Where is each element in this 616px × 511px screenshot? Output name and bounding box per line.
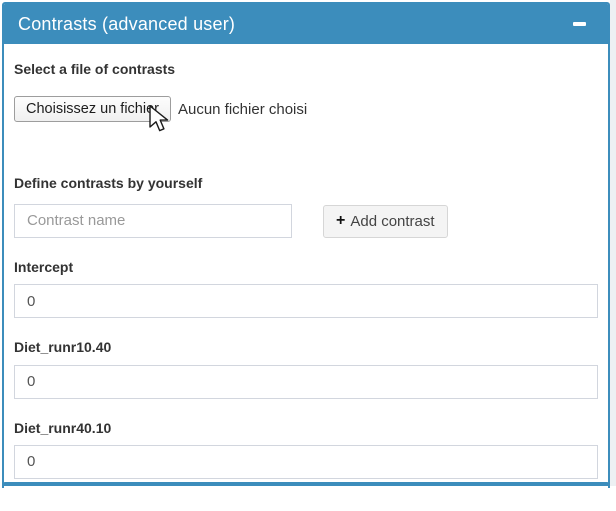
- contrast-value-input-diet-runr10-40[interactable]: [14, 365, 598, 399]
- panel-title: Contrasts (advanced user): [18, 14, 235, 35]
- contrast-field-label: Diet_runr40.10: [14, 421, 598, 436]
- next-panel-header-strip[interactable]: [2, 482, 610, 486]
- choose-file-button[interactable]: Choisissez un fichier: [14, 96, 171, 122]
- contrast-value-input-intercept[interactable]: [14, 284, 598, 318]
- file-input-row: Choisissez un fichier Aucun fichier choi…: [14, 96, 598, 122]
- contrast-value-input-diet-runr40-10[interactable]: [14, 445, 598, 479]
- page-background-gutter: [610, 0, 616, 486]
- plus-icon: +: [336, 213, 345, 229]
- contrast-field-row: Diet_runr40.10: [14, 421, 598, 479]
- contrast-field-row: Diet_runr10.40: [14, 340, 598, 398]
- file-section-label: Select a file of contrasts: [14, 62, 598, 77]
- contrast-field-row: Intercept: [14, 260, 598, 318]
- collapse-button[interactable]: [569, 16, 590, 32]
- contrast-field-label: Intercept: [14, 260, 598, 275]
- contrasts-panel: Contrasts (advanced user) Select a file …: [2, 2, 610, 488]
- add-contrast-button-label: Add contrast: [350, 213, 434, 230]
- define-contrast-row: + Add contrast: [14, 204, 598, 238]
- contrasts-panel-body: Select a file of contrasts Choisissez un…: [4, 44, 608, 511]
- file-status-text: Aucun fichier choisi: [178, 101, 307, 118]
- define-section-label: Define contrasts by yourself: [14, 176, 598, 191]
- minus-icon: [573, 22, 586, 26]
- contrast-field-label: Diet_runr10.40: [14, 340, 598, 355]
- contrasts-panel-header[interactable]: Contrasts (advanced user): [4, 4, 608, 44]
- add-contrast-button[interactable]: + Add contrast: [323, 205, 448, 238]
- contrast-name-input[interactable]: [14, 204, 292, 238]
